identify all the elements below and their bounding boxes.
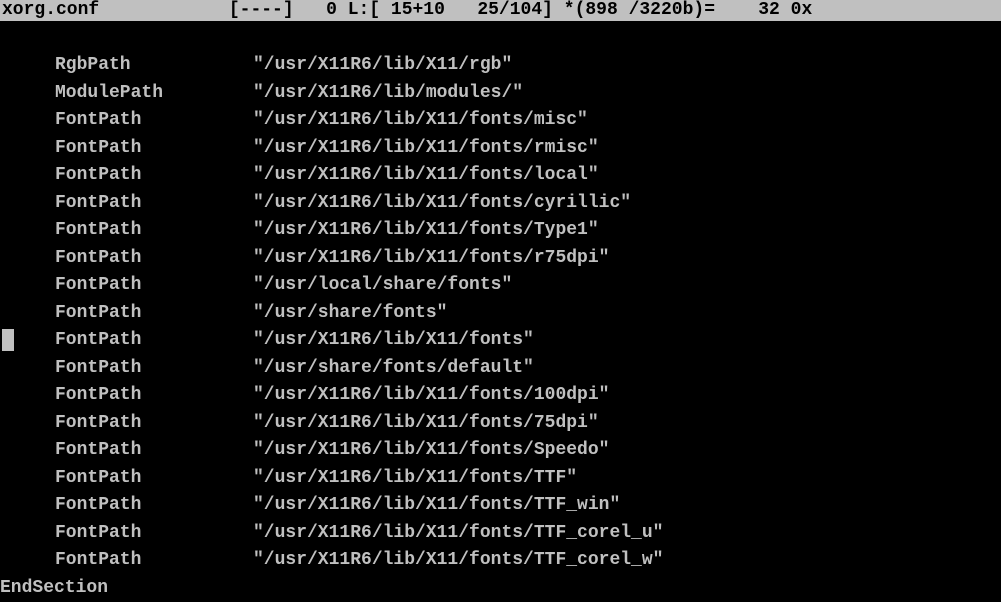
config-value: "/usr/X11R6/lib/X11/fonts/75dpi" (253, 413, 599, 433)
editor-line[interactable]: FontPath"/usr/share/fonts/default" (0, 355, 1001, 383)
editor-line[interactable]: FontPath"/usr/X11R6/lib/X11/fonts/local" (0, 162, 1001, 190)
status-line-offset: 15+10 (391, 0, 445, 20)
status-char-hex: 0x (791, 0, 813, 20)
config-key: FontPath (55, 410, 253, 437)
editor-viewport[interactable]: RgbPath"/usr/X11R6/lib/X11/rgb"ModulePat… (0, 21, 1001, 602)
status-char-dec: 32 (758, 0, 780, 20)
config-key: RgbPath (55, 52, 253, 79)
config-value: "/usr/X11R6/lib/X11/fonts/TTF_win" (253, 495, 620, 515)
config-key: FontPath (55, 162, 253, 189)
config-key: FontPath (55, 382, 253, 409)
config-value: "/usr/X11R6/lib/X11/fonts/r75dpi" (253, 248, 609, 268)
editor-line[interactable]: FontPath"/usr/X11R6/lib/X11/fonts/misc" (0, 107, 1001, 135)
editor-line[interactable]: RgbPath"/usr/X11R6/lib/X11/rgb" (0, 52, 1001, 80)
config-value: "/usr/X11R6/lib/X11/fonts/Type1" (253, 220, 599, 240)
status-flags: [----] (229, 0, 294, 20)
config-value: "/usr/X11R6/lib/X11/fonts/TTF_corel_w" (253, 550, 663, 570)
endsection-line[interactable]: EndSection (0, 575, 1001, 602)
editor-line[interactable]: FontPath"/usr/X11R6/lib/X11/fonts/Type1" (0, 217, 1001, 245)
config-key: FontPath (55, 327, 253, 354)
cursor (2, 329, 14, 351)
editor-line[interactable]: FontPath"/usr/X11R6/lib/X11/fonts/TTF_wi… (0, 492, 1001, 520)
config-key: FontPath (55, 300, 253, 327)
editor-line[interactable]: FontPath"/usr/X11R6/lib/X11/fonts/cyrill… (0, 190, 1001, 218)
editor-line[interactable]: FontPath"/usr/X11R6/lib/X11/fonts/75dpi" (0, 410, 1001, 438)
editor-line[interactable]: FontPath"/usr/local/share/fonts" (0, 272, 1001, 300)
config-value: "/usr/X11R6/lib/X11/fonts/TTF_corel_u" (253, 523, 663, 543)
editor-line[interactable]: ModulePath"/usr/X11R6/lib/modules/" (0, 80, 1001, 108)
config-value: "/usr/X11R6/lib/X11/fonts" (253, 330, 534, 350)
config-value: "/usr/X11R6/lib/X11/fonts/TTF" (253, 468, 577, 488)
config-key: FontPath (55, 217, 253, 244)
config-value: "/usr/X11R6/lib/X11/rgb" (253, 55, 512, 75)
config-value: "/usr/X11R6/lib/X11/fonts/local" (253, 165, 599, 185)
status-bar: xorg.conf [----] 0 L:[ 15+10 25/104] *(8… (0, 0, 1001, 21)
editor-line[interactable]: FontPath"/usr/X11R6/lib/X11/fonts/100dpi… (0, 382, 1001, 410)
status-filename: xorg.conf (2, 0, 99, 20)
config-value: "/usr/X11R6/lib/X11/fonts/100dpi" (253, 385, 609, 405)
config-value: "/usr/share/fonts" (253, 303, 447, 323)
config-value: "/usr/share/fonts/default" (253, 358, 534, 378)
status-line-pos: 25/104] (477, 0, 553, 20)
config-key: FontPath (55, 547, 253, 574)
status-bytes: *(898 /3220b)= (564, 0, 715, 20)
editor-line[interactable]: FontPath"/usr/share/fonts" (0, 300, 1001, 328)
editor-line[interactable]: FontPath"/usr/X11R6/lib/X11/fonts/TTF" (0, 465, 1001, 493)
config-key: FontPath (55, 355, 253, 382)
editor-line[interactable]: FontPath"/usr/X11R6/lib/X11/fonts/TTF_co… (0, 547, 1001, 575)
config-value: "/usr/X11R6/lib/X11/fonts/cyrillic" (253, 193, 631, 213)
editor-line[interactable]: FontPath"/usr/X11R6/lib/X11/fonts" (0, 327, 1001, 355)
config-key: FontPath (55, 107, 253, 134)
editor-line[interactable]: FontPath"/usr/X11R6/lib/X11/fonts/rmisc" (0, 135, 1001, 163)
config-key: FontPath (55, 245, 253, 272)
config-key: FontPath (55, 465, 253, 492)
config-key: FontPath (55, 520, 253, 547)
config-value: "/usr/X11R6/lib/X11/fonts/rmisc" (253, 138, 599, 158)
config-key: FontPath (55, 135, 253, 162)
config-key: FontPath (55, 272, 253, 299)
config-key: ModulePath (55, 80, 253, 107)
config-value: "/usr/X11R6/lib/X11/fonts/misc" (253, 110, 588, 130)
config-key: FontPath (55, 190, 253, 217)
editor-line[interactable]: FontPath"/usr/X11R6/lib/X11/fonts/r75dpi… (0, 245, 1001, 273)
config-value: "/usr/local/share/fonts" (253, 275, 512, 295)
config-value: "/usr/X11R6/lib/modules/" (253, 83, 523, 103)
status-col: 0 (326, 0, 337, 20)
editor-line[interactable]: FontPath"/usr/X11R6/lib/X11/fonts/Speedo… (0, 437, 1001, 465)
editor-line[interactable]: FontPath"/usr/X11R6/lib/X11/fonts/TTF_co… (0, 520, 1001, 548)
config-key: FontPath (55, 492, 253, 519)
config-value: "/usr/X11R6/lib/X11/fonts/Speedo" (253, 440, 609, 460)
config-key: FontPath (55, 437, 253, 464)
status-line-label: L:[ (348, 0, 380, 20)
